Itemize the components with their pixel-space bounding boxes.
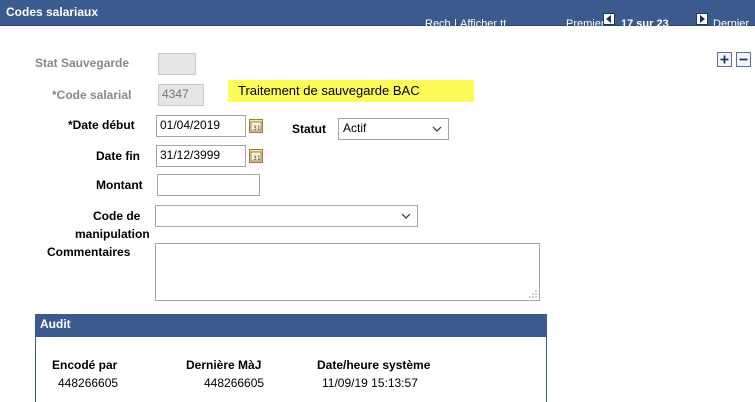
resize-handle-icon[interactable] <box>528 289 538 299</box>
svg-text:31: 31 <box>253 125 261 132</box>
code-description: Traitement de sauvegarde BAC <box>238 83 420 98</box>
previous-arrow-icon[interactable] <box>603 13 615 25</box>
add-row-button[interactable] <box>717 52 732 67</box>
calendar-icon[interactable]: 31 <box>249 149 263 163</box>
stat-field <box>158 53 196 75</box>
code-label: *Code salarial <box>52 88 132 102</box>
start-date-label: *Date début <box>68 118 135 132</box>
next-arrow-icon[interactable] <box>696 13 708 25</box>
comments-textarea[interactable] <box>155 243 540 301</box>
stat-label: Stat Sauvegarde <box>35 56 130 70</box>
chevron-down-icon <box>401 213 411 219</box>
start-date-field[interactable]: 01/04/2019 <box>156 115 246 137</box>
manip-label-line2: manipulation <box>75 227 150 241</box>
status-select[interactable]: Actif <box>338 118 449 140</box>
first-link[interactable]: Premier <box>566 18 605 30</box>
audit-col1-header: Encodé par <box>52 358 118 372</box>
code-field: 4347 <box>158 84 204 106</box>
audit-title: Audit <box>40 317 71 331</box>
amount-field[interactable] <box>157 174 260 196</box>
delete-row-button[interactable] <box>736 52 751 67</box>
manip-label-line1: Code de <box>93 209 141 223</box>
audit-col1-value: 448266605 <box>58 376 119 390</box>
calendar-icon[interactable]: 31 <box>249 119 263 133</box>
audit-col3-value: 11/09/19 15:13:57 <box>322 376 418 390</box>
amount-label: Montant <box>96 178 143 192</box>
svg-text:31: 31 <box>253 155 261 162</box>
end-date-field[interactable]: 31/12/3999 <box>156 145 246 167</box>
header-separator: | <box>454 18 457 30</box>
status-value: Actif <box>343 121 367 135</box>
status-label: Statut <box>292 122 326 136</box>
audit-col3-header: Date/heure système <box>317 358 431 372</box>
section-title: Codes salariaux <box>6 5 99 19</box>
minus-icon <box>739 58 748 61</box>
plus-icon <box>720 55 729 64</box>
last-link[interactable]: Dernier <box>713 18 749 30</box>
audit-col2-value: 448266605 <box>204 376 265 390</box>
record-count: 17 sur 23 <box>621 18 669 30</box>
manip-select[interactable] <box>155 205 418 227</box>
end-date-label: Date fin <box>96 149 141 163</box>
search-link[interactable]: Rech. <box>425 18 454 30</box>
comments-label: Commentaires <box>47 245 131 259</box>
chevron-down-icon <box>432 126 442 132</box>
show-all-link[interactable]: Afficher tt <box>460 18 506 30</box>
audit-header-bar <box>35 314 547 337</box>
audit-col2-header: Dernière MàJ <box>186 358 262 372</box>
